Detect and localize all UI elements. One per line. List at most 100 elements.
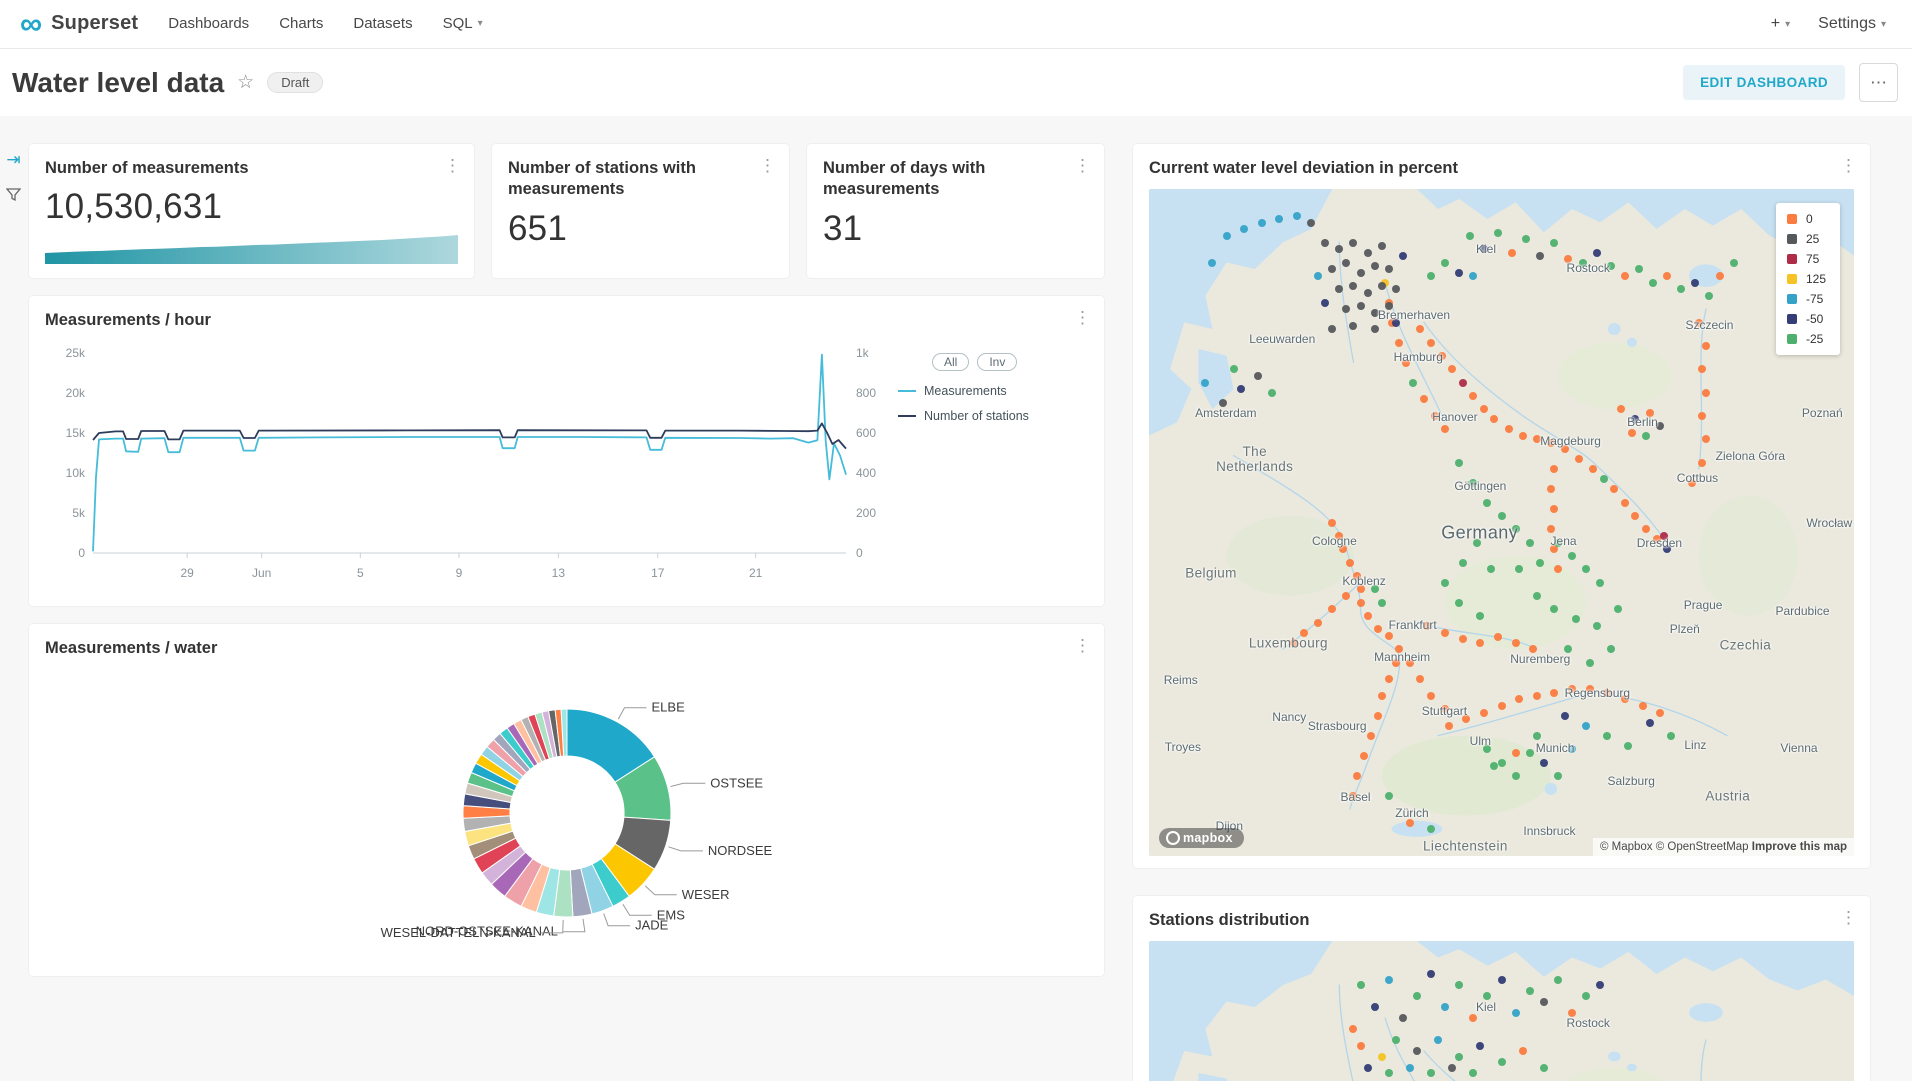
kebab-menu-icon[interactable]: ⋮ [444,157,461,174]
station-dot [1667,732,1675,740]
kebab-menu-icon[interactable]: ⋮ [1840,909,1857,926]
legend-label: Measurements [924,384,1007,398]
station-dot [1223,232,1231,240]
station-dot [1378,599,1386,607]
station-dot [1427,272,1435,280]
station-dot [1455,269,1463,277]
water-level-map-card: Current water level deviation in percent… [1133,144,1870,868]
dashboard-header-left: Water level data ☆ Draft [12,67,323,99]
station-dot [1568,552,1576,560]
station-dot [1342,592,1350,600]
map-city-label: Nancy [1272,710,1306,724]
kebab-menu-icon[interactable]: ⋮ [1074,157,1091,174]
nav-charts[interactable]: Charts [279,15,323,32]
kebab-menu-icon[interactable]: ⋮ [1074,637,1091,654]
map-city-label: Amsterdam [1195,406,1256,420]
nav-sql[interactable]: SQL▾ [443,15,483,32]
station-dot [1593,622,1601,630]
station-dot [1293,212,1301,220]
station-dot [1512,1009,1520,1017]
svg-text:200: 200 [856,506,876,520]
station-dot [1526,539,1534,547]
legend-label: -25 [1806,332,1823,346]
kebab-menu-icon[interactable]: ⋮ [1840,157,1857,174]
station-dot [1494,229,1502,237]
legend-item[interactable]: Measurements [898,384,1084,398]
station-dot [1536,559,1544,567]
map-city-label: Regensburg [1565,686,1630,700]
improve-map-link[interactable]: Improve this map [1752,841,1847,853]
chart-title: Number of stations with measurements [508,158,773,201]
station-dot [1476,639,1484,647]
station-dot [1582,722,1590,730]
legend-item[interactable]: Number of stations [898,409,1084,423]
station-dot [1550,605,1558,613]
legend-buttons: All Inv [932,353,1084,371]
station-dot [1533,732,1541,740]
station-dot [1663,272,1671,280]
more-actions-button[interactable]: ⋯ [1859,63,1898,102]
kebab-menu-icon[interactable]: ⋮ [1074,309,1091,326]
station-dot [1498,702,1506,710]
station-dot [1469,1069,1477,1077]
map-city-label: Stuttgart [1422,704,1467,718]
nav-dashboards[interactable]: Dashboards [168,15,249,32]
map-city-label: Nuremberg [1510,652,1570,666]
station-dot [1371,1003,1379,1011]
station-dot [1631,512,1639,520]
station-dot [1357,599,1365,607]
nav-datasets[interactable]: Datasets [353,15,412,32]
station-dot [1416,675,1424,683]
station-dot [1614,605,1622,613]
map-legend-item[interactable]: -50 [1787,312,1826,326]
station-dot [1314,619,1322,627]
station-dot [1314,272,1322,280]
expand-filter-bar-icon[interactable]: ⇥ [6,150,20,170]
big-number-value: 10,530,631 [45,187,458,227]
settings-menu[interactable]: Settings▾ [1818,15,1886,33]
svg-text:800: 800 [856,386,876,400]
left-column: Number of measurements ⋮ 10,530,631 Numb… [29,144,1104,1081]
measurements-water-chart-card: Measurements / water ⋮ ELBEOSTSEENORDSEE… [29,624,1104,976]
svg-text:5k: 5k [72,506,86,520]
station-dot [1349,1025,1357,1033]
station-dot [1364,289,1372,297]
station-dot [1490,415,1498,423]
station-dot [1268,389,1276,397]
mapbox-logo[interactable]: mapbox [1159,828,1244,848]
station-dot [1307,219,1315,227]
station-dot [1550,239,1558,247]
chevron-down-icon: ▾ [1881,19,1886,30]
map-legend-item[interactable]: 25 [1787,232,1826,246]
station-dot [1360,752,1368,760]
deviation-map[interactable]: GermanyThe NetherlandsBelgiumLuxembourgC… [1149,189,1854,856]
new-item-button[interactable]: +▾ [1771,15,1790,33]
station-dot [1459,635,1467,643]
map-legend: 0 25 75 125 -75 -50 -25 [1776,203,1840,355]
station-dot [1378,282,1386,290]
legend-all-button[interactable]: All [932,353,969,371]
superset-logo[interactable]: ∞ Superset [20,12,138,37]
favorite-star-icon[interactable]: ☆ [237,71,254,94]
svg-text:0: 0 [856,546,863,560]
map-legend-item[interactable]: -25 [1787,332,1826,346]
map-city-label: Rostock [1567,261,1610,275]
legend-swatch-icon [1787,294,1797,304]
map-legend-item[interactable]: 125 [1787,272,1826,286]
station-dot [1554,976,1562,984]
station-dot [1357,981,1365,989]
map-city-label: Basel [1341,790,1371,804]
station-dot [1582,565,1590,573]
donut-label: WESER [682,887,730,902]
legend-inv-button[interactable]: Inv [977,353,1017,371]
filter-icon[interactable] [6,187,21,202]
map-legend-item[interactable]: 75 [1787,252,1826,266]
edit-dashboard-button[interactable]: EDIT DASHBOARD [1683,65,1845,100]
stations-map[interactable]: KielRostock [1149,941,1854,1081]
map-legend-item[interactable]: -75 [1787,292,1826,306]
station-dot [1575,455,1583,463]
kpi-row: Number of measurements ⋮ 10,530,631 Numb… [29,144,1104,278]
svg-text:20k: 20k [66,386,86,400]
map-legend-item[interactable]: 0 [1787,212,1826,226]
kebab-menu-icon[interactable]: ⋮ [759,157,776,174]
